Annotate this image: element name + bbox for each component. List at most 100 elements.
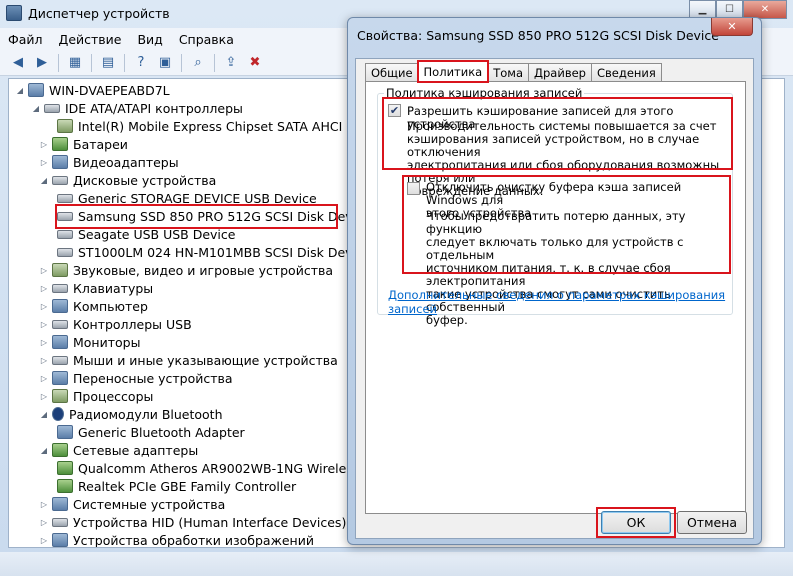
dialog-body: Общие Политика Тома Драйвер Сведения Пол… — [355, 58, 754, 539]
expand-arrow-icon[interactable]: ▷ — [39, 392, 49, 401]
display-icon — [52, 155, 68, 169]
dialog-close-button[interactable]: ✕ — [711, 18, 753, 36]
mouse-icon — [52, 355, 68, 365]
expand-arrow-icon[interactable]: ▷ — [39, 284, 49, 293]
tab-general[interactable]: Общие — [365, 63, 419, 81]
expand-arrow-icon[interactable]: ▷ — [39, 266, 49, 275]
network-icon — [52, 443, 68, 457]
tree-item[interactable]: ◢ Радиомодули Bluetooth — [39, 405, 223, 423]
expand-arrow-icon[interactable]: ▷ — [39, 158, 49, 167]
uninstall-device-icon[interactable]: ✖ — [245, 54, 265, 72]
computer-icon — [52, 299, 68, 313]
tree-item[interactable]: ▷ Контроллеры USB — [39, 315, 192, 333]
menu-view[interactable]: Вид — [137, 32, 162, 47]
properties-dialog: Свойства: Samsung SSD 850 PRO 512G SCSI … — [347, 17, 762, 545]
disk-icon — [57, 229, 73, 239]
tree-item[interactable]: ▷ Процессоры — [39, 387, 153, 405]
imaging-icon — [52, 533, 68, 547]
hid-icon — [52, 517, 68, 527]
tree-item[interactable]: ▷ Мыши и иные указывающие устройства — [39, 351, 338, 369]
tree-item[interactable]: ▷ Переносные устройства — [39, 369, 233, 387]
status-bar — [0, 552, 793, 576]
controller-icon — [57, 119, 73, 133]
tab-volumes[interactable]: Тома — [487, 63, 530, 81]
expand-arrow-icon[interactable]: ▷ — [39, 500, 49, 509]
tree-item[interactable]: ▷ Компьютер — [39, 297, 148, 315]
expand-arrow-icon[interactable]: ▷ — [39, 140, 49, 149]
tree-item[interactable]: ▷ Клавиатуры — [39, 279, 153, 297]
device-manager-app-icon — [6, 5, 22, 21]
toolbar-separator — [91, 53, 92, 72]
tree-item[interactable]: ▷ Устройства HID (Human Interface Device… — [39, 513, 346, 531]
tab-driver[interactable]: Драйвер — [528, 63, 592, 81]
back-arrow-icon[interactable]: ◀ — [8, 54, 28, 72]
collapse-arrow-icon[interactable]: ◢ — [39, 446, 49, 455]
tree-item-label: Seagate USB USB Device — [78, 226, 236, 242]
tree-item-label: Generic Bluetooth Adapter — [78, 424, 245, 440]
battery-icon — [52, 137, 68, 151]
scan-hardware-icon[interactable]: ⌕ — [188, 54, 208, 72]
expand-arrow-icon[interactable]: ▷ — [39, 302, 49, 311]
tree-item-label: Мыши и иные указывающие устройства — [73, 352, 338, 368]
tree-item[interactable]: ▷ Батареи — [39, 135, 128, 153]
tree-item[interactable]: Qualcomm Atheros AR9002WB-1NG Wireless N… — [57, 459, 380, 477]
usb-icon — [52, 319, 68, 329]
tree-item[interactable]: Intel(R) Mobile Express Chipset SATA AHC… — [57, 117, 381, 135]
menu-file[interactable]: Файл — [8, 32, 43, 47]
update-driver-icon[interactable]: ⇪ — [221, 54, 241, 72]
menu-action[interactable]: Действие — [59, 32, 122, 47]
tree-item[interactable]: Generic Bluetooth Adapter — [57, 423, 245, 441]
expand-arrow-icon[interactable]: ▷ — [39, 338, 49, 347]
tree-item-label: Qualcomm Atheros AR9002WB-1NG Wireless N… — [78, 460, 381, 476]
write-caching-info-link[interactable]: Дополнительные сведения о параметрах кэш… — [388, 288, 732, 316]
bluetooth-icon — [52, 407, 64, 421]
menu-help[interactable]: Справка — [179, 32, 234, 47]
tree-item-label: Батареи — [73, 136, 128, 152]
disk-icon — [52, 175, 68, 185]
tree-root[interactable]: ◢ WIN-DVAEPEABD7L — [15, 81, 170, 99]
tree-item[interactable]: Realtek PCIe GBE Family Controller — [57, 477, 296, 495]
portable-icon — [52, 371, 68, 385]
tree-item[interactable]: ▷ Мониторы — [39, 333, 141, 351]
tab-details[interactable]: Сведения — [590, 63, 662, 81]
tree-item[interactable]: ▷ Видеоадаптеры — [39, 153, 179, 171]
highlight-box — [596, 507, 676, 538]
tree-item-label: Устройства HID (Human Interface Devices) — [73, 514, 347, 530]
bluetooth-adapter-icon — [57, 425, 73, 439]
forward-arrow-icon[interactable]: ▶ — [32, 54, 52, 72]
expand-arrow-icon[interactable]: ▷ — [39, 518, 49, 527]
cancel-button[interactable]: Отмена — [677, 511, 747, 534]
tree-item-label: Видеоадаптеры — [73, 154, 179, 170]
tree-item[interactable]: ◢ IDE ATA/ATAPI контроллеры — [31, 99, 243, 117]
collapse-arrow-icon[interactable]: ◢ — [39, 410, 49, 419]
tree-item-label: Realtek PCIe GBE Family Controller — [78, 478, 297, 494]
expand-arrow-icon[interactable]: ▷ — [39, 374, 49, 383]
show-hide-tree-icon[interactable]: ▦ — [65, 54, 85, 72]
tree-item[interactable]: ST1000LM 024 HN-M101MBB SCSI Disk Device — [57, 243, 371, 261]
tree-item-label: Мониторы — [73, 334, 141, 350]
tree-item-label: Intel(R) Mobile Express Chipset SATA AHC… — [78, 118, 381, 134]
disk-icon — [57, 247, 73, 257]
write-caching-group: Политика кэширования записей ✔ Разрешить… — [377, 86, 733, 327]
tree-item[interactable]: ▷ Системные устройства — [39, 495, 225, 513]
tree-item[interactable]: ▷ Устройства обработки изображений — [39, 531, 314, 547]
tree-item-label: Радиомодули Bluetooth — [69, 406, 223, 422]
tree-item[interactable]: ▷ Звуковые, видео и игровые устройства — [39, 261, 333, 279]
tree-item-label: Контроллеры USB — [73, 316, 192, 332]
help-icon[interactable]: ? — [131, 54, 151, 72]
tree-item[interactable]: ◢ Дисковые устройства — [39, 171, 216, 189]
system-icon — [52, 497, 68, 511]
view-icon[interactable]: ▣ — [155, 54, 175, 72]
expand-arrow-icon[interactable]: ▷ — [39, 356, 49, 365]
expand-arrow-icon[interactable]: ▷ — [39, 320, 49, 329]
collapse-arrow-icon[interactable]: ◢ — [31, 104, 41, 113]
collapse-arrow-icon[interactable]: ◢ — [39, 176, 49, 185]
tree-item[interactable]: Seagate USB USB Device — [57, 225, 235, 243]
sound-icon — [52, 263, 68, 277]
tree-item[interactable]: ◢ Сетевые адаптеры — [39, 441, 198, 459]
policy-tab-panel: Политика кэширования записей ✔ Разрешить… — [365, 81, 746, 514]
expand-arrow-icon[interactable]: ▷ — [39, 536, 49, 545]
properties-icon[interactable]: ▤ — [98, 54, 118, 72]
collapse-arrow-icon[interactable]: ◢ — [15, 86, 25, 95]
tab-policy[interactable]: Политика — [416, 60, 490, 83]
